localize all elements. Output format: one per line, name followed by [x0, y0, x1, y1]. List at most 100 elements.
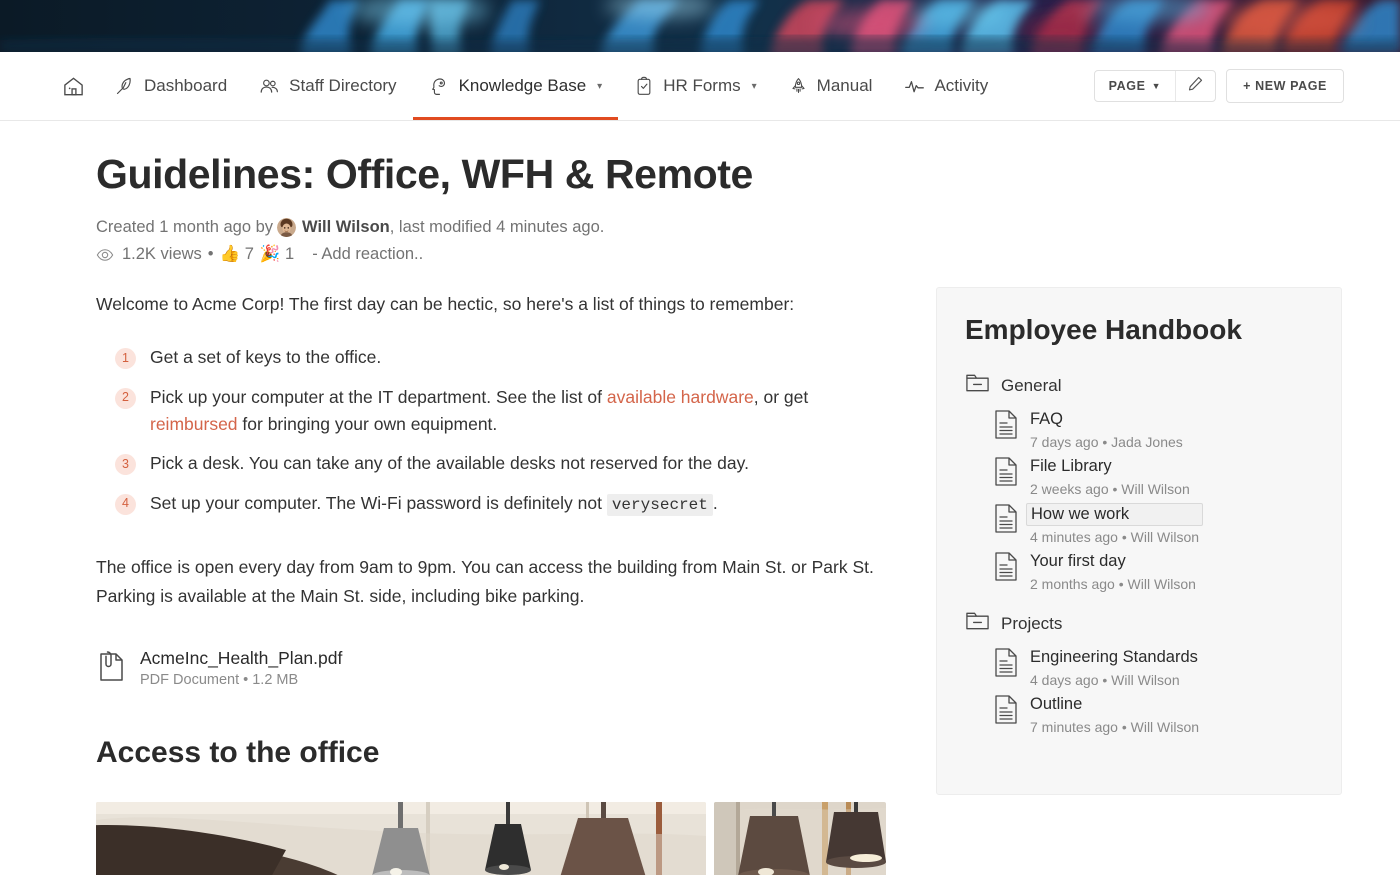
list-text: Set up your computer. The Wi-Fi password…: [150, 490, 896, 518]
list-text: Pick a desk. You can take any of the ava…: [150, 450, 896, 477]
list-number: 3: [115, 454, 136, 476]
doc-title: File Library: [1030, 456, 1112, 475]
nav-item-label: Knowledge Base: [458, 76, 587, 95]
party-popper-reaction[interactable]: 🎉 1: [260, 245, 294, 264]
attachment-item[interactable]: AcmeInc_Health_Plan.pdf PDF Document • 1…: [96, 648, 896, 688]
list-text-segment: Set up your computer. The Wi-Fi password…: [150, 492, 607, 513]
doc-details: How we work 4 minutes ago • Will Wilson: [1026, 502, 1204, 546]
attachment-filename: AcmeInc_Health_Plan.pdf: [140, 648, 343, 669]
list-number: 1: [115, 348, 136, 370]
nav-item-staff-directory[interactable]: Staff Directory: [243, 52, 412, 120]
rocket-icon: [789, 77, 808, 96]
doc-item-file-library[interactable]: File Library 2 weeks ago • Will Wilson: [993, 456, 1313, 497]
head-idea-icon: [429, 76, 450, 97]
folder-minus-icon: [965, 372, 990, 399]
abstract-smoke-banner: [0, 0, 1400, 52]
doclist-general: FAQ 7 days ago • Jada Jones File Library…: [993, 409, 1313, 592]
nav-item-manual[interactable]: Manual: [773, 52, 889, 120]
document-icon: [993, 409, 1019, 445]
document-icon: [993, 551, 1019, 587]
steps-list: 1 Get a set of keys to the office. 2 Pic…: [96, 344, 896, 517]
list-number: 2: [115, 387, 136, 409]
list-text: Get a set of keys to the office.: [150, 344, 896, 371]
doc-title: FAQ: [1030, 410, 1064, 428]
list-text: Pick up your computer at the IT departme…: [150, 384, 896, 439]
doc-details: Engineering Standards 4 days ago • Will …: [1030, 647, 1198, 688]
sidebar-heading: Employee Handbook: [965, 314, 1242, 345]
nav-item-dashboard[interactable]: Dashboard: [99, 52, 243, 120]
doc-item-your-first-day[interactable]: Your first day 2 months ago • Will Wilso…: [993, 551, 1313, 592]
doc-details: Outline 7 minutes ago • Will Wilson: [1030, 694, 1199, 735]
document-icon: [993, 503, 1019, 539]
doc-item-faq[interactable]: FAQ 7 days ago • Jada Jones: [993, 409, 1313, 450]
list-text-segment: for bringing your own equipment.: [237, 413, 498, 434]
document-icon: [993, 456, 1019, 492]
view-count: 1.2K views: [122, 245, 202, 263]
chevron-down-icon[interactable]: ▾: [597, 81, 602, 92]
doclist-projects: Engineering Standards 4 days ago • Will …: [993, 647, 1313, 735]
chevron-down-icon[interactable]: ▾: [752, 81, 757, 92]
page-dropdown-label: PAGE: [1108, 79, 1146, 93]
nav-item-label: Staff Directory: [289, 76, 397, 95]
reimbursed-link[interactable]: reimbursed: [150, 414, 238, 434]
sidebar-item-home[interactable]: [62, 52, 99, 120]
password-code: verysecret: [606, 493, 713, 516]
list-item: 1 Get a set of keys to the office.: [96, 344, 896, 371]
doc-meta: 7 minutes ago • Will Wilson: [1030, 718, 1200, 735]
pencil-icon: [1187, 75, 1204, 97]
employee-handbook-panel: Employee Handbook General FAQ 7 days ago…: [936, 287, 1342, 795]
byline-created: Created 1 month ago by: [96, 218, 274, 236]
folder-projects[interactable]: Projects: [965, 610, 1313, 637]
intro-paragraph: Welcome to Acme Corp! The first day can …: [96, 294, 795, 314]
pulse-icon: [904, 76, 925, 97]
nav-item-hr-forms[interactable]: HR Forms ▾: [618, 52, 772, 120]
attachment-details: AcmeInc_Health_Plan.pdf PDF Document • 1…: [140, 648, 342, 688]
thumbs-up-reaction[interactable]: 👍 7: [220, 245, 254, 264]
available-hardware-link[interactable]: available hardware: [607, 387, 754, 407]
list-text-segment: , or get: [753, 386, 809, 407]
party-popper-count: 1: [285, 245, 295, 263]
byline-author[interactable]: Will Wilson: [302, 218, 390, 237]
clipboard-check-icon: [634, 76, 654, 96]
doc-meta: 4 minutes ago • Will Wilson: [1030, 529, 1200, 546]
office-pendant-lamps-photo-narrow[interactable]: [714, 802, 886, 875]
document-icon: [993, 647, 1019, 683]
edit-page-button[interactable]: [1175, 71, 1215, 101]
doc-meta: 4 days ago • Will Wilson: [1030, 671, 1180, 688]
list-text-segment: Pick a desk. You can take any of the ava…: [150, 453, 749, 474]
list-number: 4: [115, 493, 136, 515]
section-heading: Access to the office: [96, 736, 380, 770]
list-text-segment: Pick up your computer at the IT departme…: [150, 386, 607, 407]
thumbs-up-count: 7: [244, 245, 254, 263]
attachment-meta: PDF Document • 1.2 MB: [140, 672, 299, 689]
list-item: 3 Pick a desk. You can take any of the a…: [96, 450, 896, 477]
byline-modified: , last modified 4 minutes ago.: [389, 218, 605, 236]
add-reaction-button[interactable]: - Add reaction..: [312, 245, 423, 264]
doc-title: Engineering Standards: [1030, 648, 1198, 667]
office-pendant-lamps-photo-wide[interactable]: [96, 802, 706, 875]
page-byline: Created 1 month ago by Will Wilson , las…: [96, 218, 896, 237]
thumbs-up-icon: 👍: [219, 245, 241, 263]
people-icon: [259, 76, 280, 97]
list-text-segment: Get a set of keys to the office.: [150, 347, 382, 368]
doc-item-how-we-work[interactable]: How we work 4 minutes ago • Will Wilson: [993, 502, 1313, 546]
doc-details: FAQ 7 days ago • Jada Jones: [1030, 409, 1183, 450]
quill-pen-icon: [115, 76, 135, 96]
folder-general[interactable]: General: [965, 372, 1313, 399]
doc-item-outline[interactable]: Outline 7 minutes ago • Will Wilson: [993, 694, 1313, 735]
nav-item-activity[interactable]: Activity: [888, 52, 1004, 120]
doc-details: Your first day 2 months ago • Will Wilso…: [1030, 551, 1196, 592]
chevron-down-icon: ▼: [1151, 81, 1162, 91]
doc-meta: 7 days ago • Jada Jones: [1030, 433, 1183, 450]
nav-item-knowledge-base[interactable]: Knowledge Base ▾: [412, 52, 619, 120]
new-page-button[interactable]: + NEW PAGE: [1226, 69, 1344, 103]
banner-image: [0, 0, 1400, 52]
eye-icon: [96, 246, 114, 264]
page-dropdown-button[interactable]: PAGE ▼: [1095, 71, 1175, 101]
image-gallery: [96, 802, 896, 875]
page-stats: 1.2K views • 👍 7 🎉 1 - Add reaction..: [96, 245, 896, 264]
list-item: 4 Set up your computer. The Wi-Fi passwo…: [96, 490, 896, 518]
office-hours-paragraph: The office is open every day from 9am to…: [96, 557, 874, 606]
doc-title: How we work: [1026, 502, 1204, 527]
doc-item-engineering-standards[interactable]: Engineering Standards 4 days ago • Will …: [993, 647, 1313, 688]
